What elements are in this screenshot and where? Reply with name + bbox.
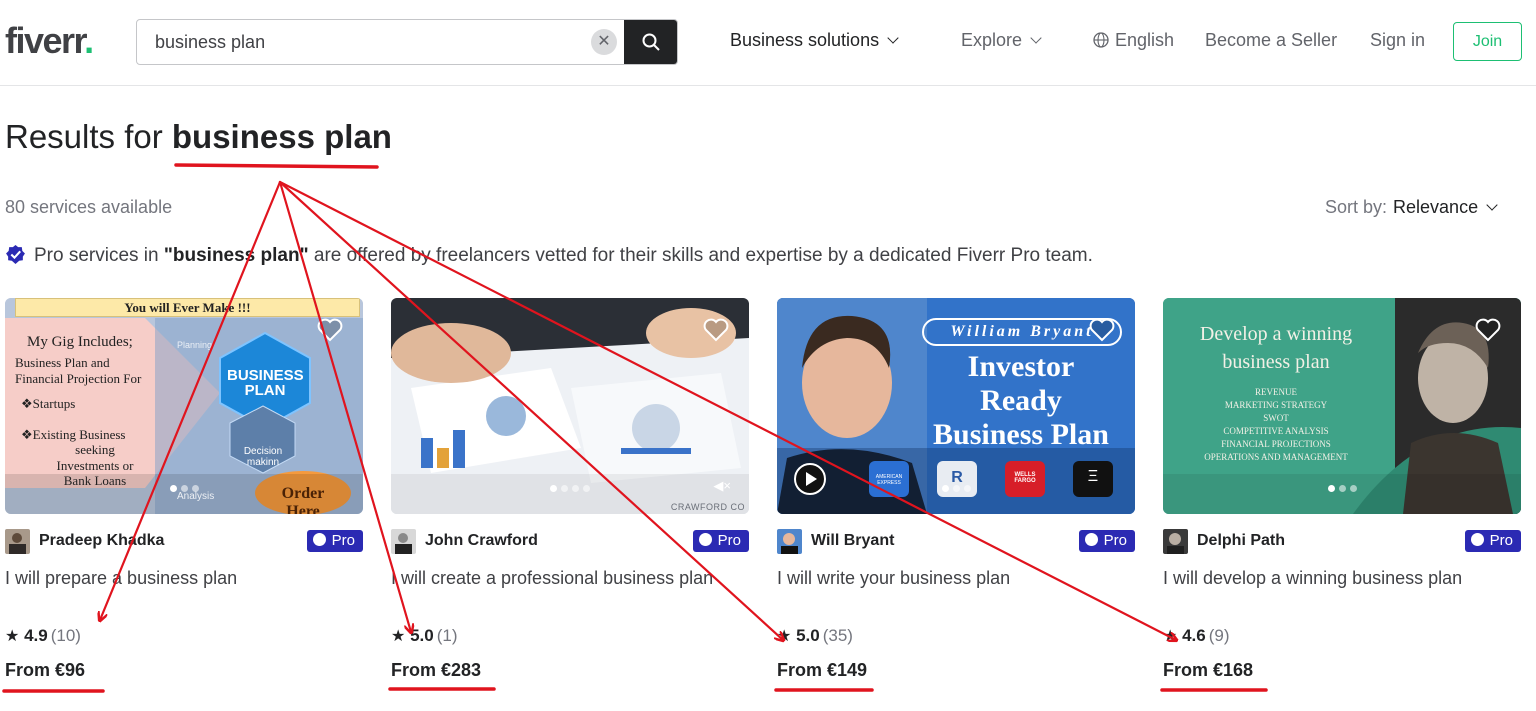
seller-name[interactable]: Will Bryant [811, 532, 894, 550]
star-icon: ★ [777, 628, 792, 645]
carousel-dots[interactable] [777, 485, 1135, 492]
avatar[interactable] [777, 529, 802, 554]
search-button[interactable] [624, 20, 677, 64]
results-heading: Results for business plan [5, 118, 392, 155]
pro-check-icon [698, 533, 712, 546]
gig-thumbnail[interactable]: William Bryant Investor Ready Business P… [777, 298, 1135, 514]
gig-rating: ★ 4.9 (10) [5, 626, 81, 645]
pro-check-icon [312, 533, 326, 546]
gig-rating: ★ 4.6 (9) [1163, 626, 1230, 645]
nav-language[interactable]: English [1093, 30, 1174, 51]
thumbnail-headline: Investor Ready Business Plan [933, 350, 1109, 451]
sort-dropdown[interactable]: Sort by: Relevance [1325, 197, 1498, 218]
fiverr-logo[interactable]: fiverr. [5, 20, 94, 62]
pro-badge: Pro [1464, 530, 1521, 552]
top-header: fiverr. ✕ Business solutions Explore Eng… [0, 0, 1536, 86]
gig-thumbnail[interactable]: You will Ever Make !!! My Gig Includes; … [5, 298, 363, 514]
join-button[interactable]: Join [1453, 22, 1522, 61]
thumbnail-headline: Develop a winning business plan [1199, 323, 1353, 373]
pro-services-note: Pro services in "business plan" are offe… [5, 244, 1093, 267]
thumbnail-graphic [391, 298, 749, 514]
gig-card[interactable]: You will Ever Make !!! My Gig Includes; … [5, 298, 363, 698]
favorite-heart-icon[interactable] [703, 318, 729, 342]
hexagon-label: BUSINESS PLAN [227, 367, 304, 399]
pro-badge: Pro [306, 530, 363, 552]
star-icon: ★ [5, 628, 20, 645]
clear-search-icon[interactable]: ✕ [591, 29, 617, 55]
search-bar: ✕ [136, 19, 678, 65]
gig-price: From €168 [1163, 660, 1254, 680]
pro-badge: Pro [1078, 530, 1135, 552]
verified-shield-icon [6, 245, 25, 264]
thumbnail-list: Business Plan and Financial Projection F… [15, 355, 142, 488]
query-underline [174, 163, 379, 169]
search-icon [642, 33, 660, 51]
gig-title[interactable]: I will develop a winning business plan [1163, 568, 1462, 589]
favorite-heart-icon[interactable] [1089, 318, 1115, 342]
avatar[interactable] [391, 529, 416, 554]
carousel-dots[interactable] [5, 485, 363, 492]
chevron-down-icon [1486, 199, 1498, 211]
favorite-heart-icon[interactable] [1475, 318, 1501, 342]
pro-badge: Pro [692, 530, 749, 552]
gig-title[interactable]: I will write your business plan [777, 568, 1010, 589]
chevron-down-icon [1030, 32, 1042, 44]
carousel-dots[interactable] [391, 485, 749, 492]
favorite-heart-icon[interactable] [317, 318, 343, 342]
nav-become-seller[interactable]: Become a Seller [1205, 30, 1337, 51]
gig-price: From €96 [5, 660, 86, 680]
gig-card[interactable]: William Bryant Investor Ready Business P… [777, 298, 1135, 698]
pro-check-icon [1084, 533, 1098, 546]
globe-icon [1093, 32, 1109, 48]
seller-row: Will Bryant Pro [777, 528, 1135, 554]
avatar[interactable] [5, 529, 30, 554]
results-query: business plan [171, 118, 392, 155]
gig-price: From €283 [391, 660, 482, 680]
nav-business-solutions[interactable]: Business solutions [730, 30, 899, 51]
seller-row: Pradeep Khadka Pro [5, 528, 363, 554]
chevron-down-icon [887, 32, 899, 44]
gig-price: From €149 [777, 660, 868, 680]
seller-row: Delphi Path Pro [1163, 528, 1521, 554]
carousel-dots[interactable] [1163, 485, 1521, 492]
thumbnail-watermark: CRAWFORD CO [670, 502, 745, 512]
pro-check-icon [1470, 533, 1484, 546]
seller-name[interactable]: Delphi Path [1197, 532, 1285, 550]
gig-title[interactable]: I will prepare a business plan [5, 568, 237, 589]
seller-name[interactable]: John Crawford [425, 532, 538, 550]
results-count: 80 services available [5, 197, 173, 217]
thumbnail-banner: You will Ever Make !!! [15, 298, 360, 317]
gig-rating: ★ 5.0 (35) [777, 626, 853, 645]
star-icon: ★ [391, 628, 406, 645]
search-input[interactable] [137, 20, 623, 64]
avatar[interactable] [1163, 529, 1188, 554]
nav-sign-in[interactable]: Sign in [1370, 30, 1425, 51]
thumbnail-bullets: REVENUE MARKETING STRATEGY SWOT COMPETIT… [1204, 387, 1348, 462]
star-icon: ★ [1163, 628, 1178, 645]
seller-row: John Crawford Pro [391, 528, 749, 554]
gig-card[interactable]: CRAWFORD CO ◀× John Crawford Pro I will … [391, 298, 749, 698]
gig-thumbnail[interactable]: CRAWFORD CO ◀× [391, 298, 749, 514]
gig-thumbnail[interactable]: Develop a winning business plan REVENUE … [1163, 298, 1521, 514]
seller-name[interactable]: Pradeep Khadka [39, 532, 164, 550]
gig-card[interactable]: Develop a winning business plan REVENUE … [1163, 298, 1521, 698]
gig-rating: ★ 5.0 (1) [391, 626, 458, 645]
nav-explore[interactable]: Explore [961, 30, 1042, 51]
gig-title[interactable]: I will create a professional business pl… [391, 568, 713, 589]
thumbnail-heading: My Gig Includes; [27, 334, 133, 350]
